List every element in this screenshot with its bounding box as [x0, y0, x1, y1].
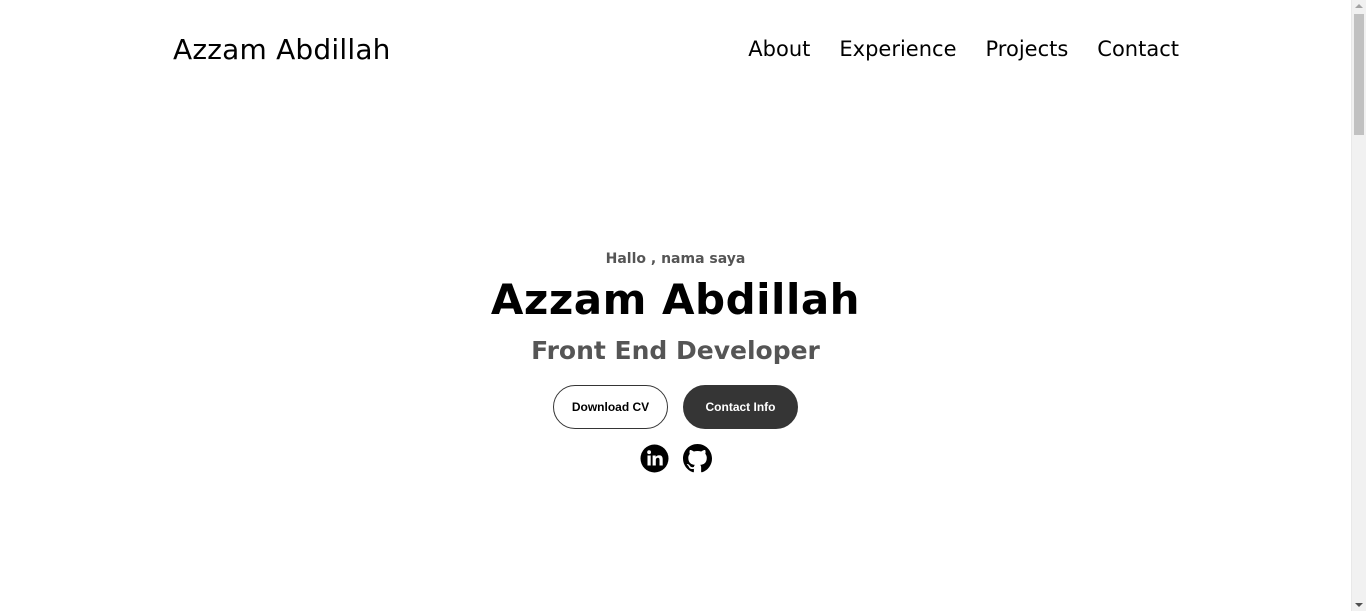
nav-links: About Experience Projects Contact: [748, 37, 1179, 61]
hero-role: Front End Developer: [531, 336, 820, 365]
download-cv-button[interactable]: Download CV: [553, 385, 668, 429]
site-logo[interactable]: Azzam Abdillah: [173, 33, 391, 66]
nav-link-contact[interactable]: Contact: [1097, 37, 1179, 61]
scroll-up-arrow-icon[interactable]: [1355, 4, 1363, 8]
hero-greeting: Hallo , nama saya: [605, 251, 746, 267]
linkedin-icon[interactable]: [640, 444, 669, 473]
github-icon[interactable]: [682, 444, 712, 473]
page: Azzam Abdillah About Experience Projects…: [0, 0, 1366, 611]
hero-buttons: Download CV Contact Info: [0, 385, 1351, 429]
nav-link-about[interactable]: About: [748, 37, 810, 61]
nav-item-contact: Contact: [1097, 37, 1179, 61]
nav-item-experience: Experience: [839, 37, 956, 61]
contact-info-button[interactable]: Contact Info: [683, 385, 798, 429]
social-links: [0, 444, 1351, 473]
scrollbar-thumb[interactable]: [1354, 14, 1364, 135]
nav-item-about: About: [748, 37, 810, 61]
nav-link-experience[interactable]: Experience: [839, 37, 956, 61]
scroll-down-arrow-icon[interactable]: [1355, 603, 1363, 607]
nav-item-projects: Projects: [986, 37, 1069, 61]
hero-name: Azzam Abdillah: [490, 275, 861, 324]
top-nav: Azzam Abdillah About Experience Projects…: [0, 0, 1351, 104]
nav-link-projects[interactable]: Projects: [986, 37, 1069, 61]
vertical-scrollbar[interactable]: [1351, 0, 1366, 611]
hero-section: Hallo , nama saya Azzam Abdillah Front E…: [0, 248, 1351, 473]
main-content: Azzam Abdillah About Experience Projects…: [0, 0, 1351, 611]
